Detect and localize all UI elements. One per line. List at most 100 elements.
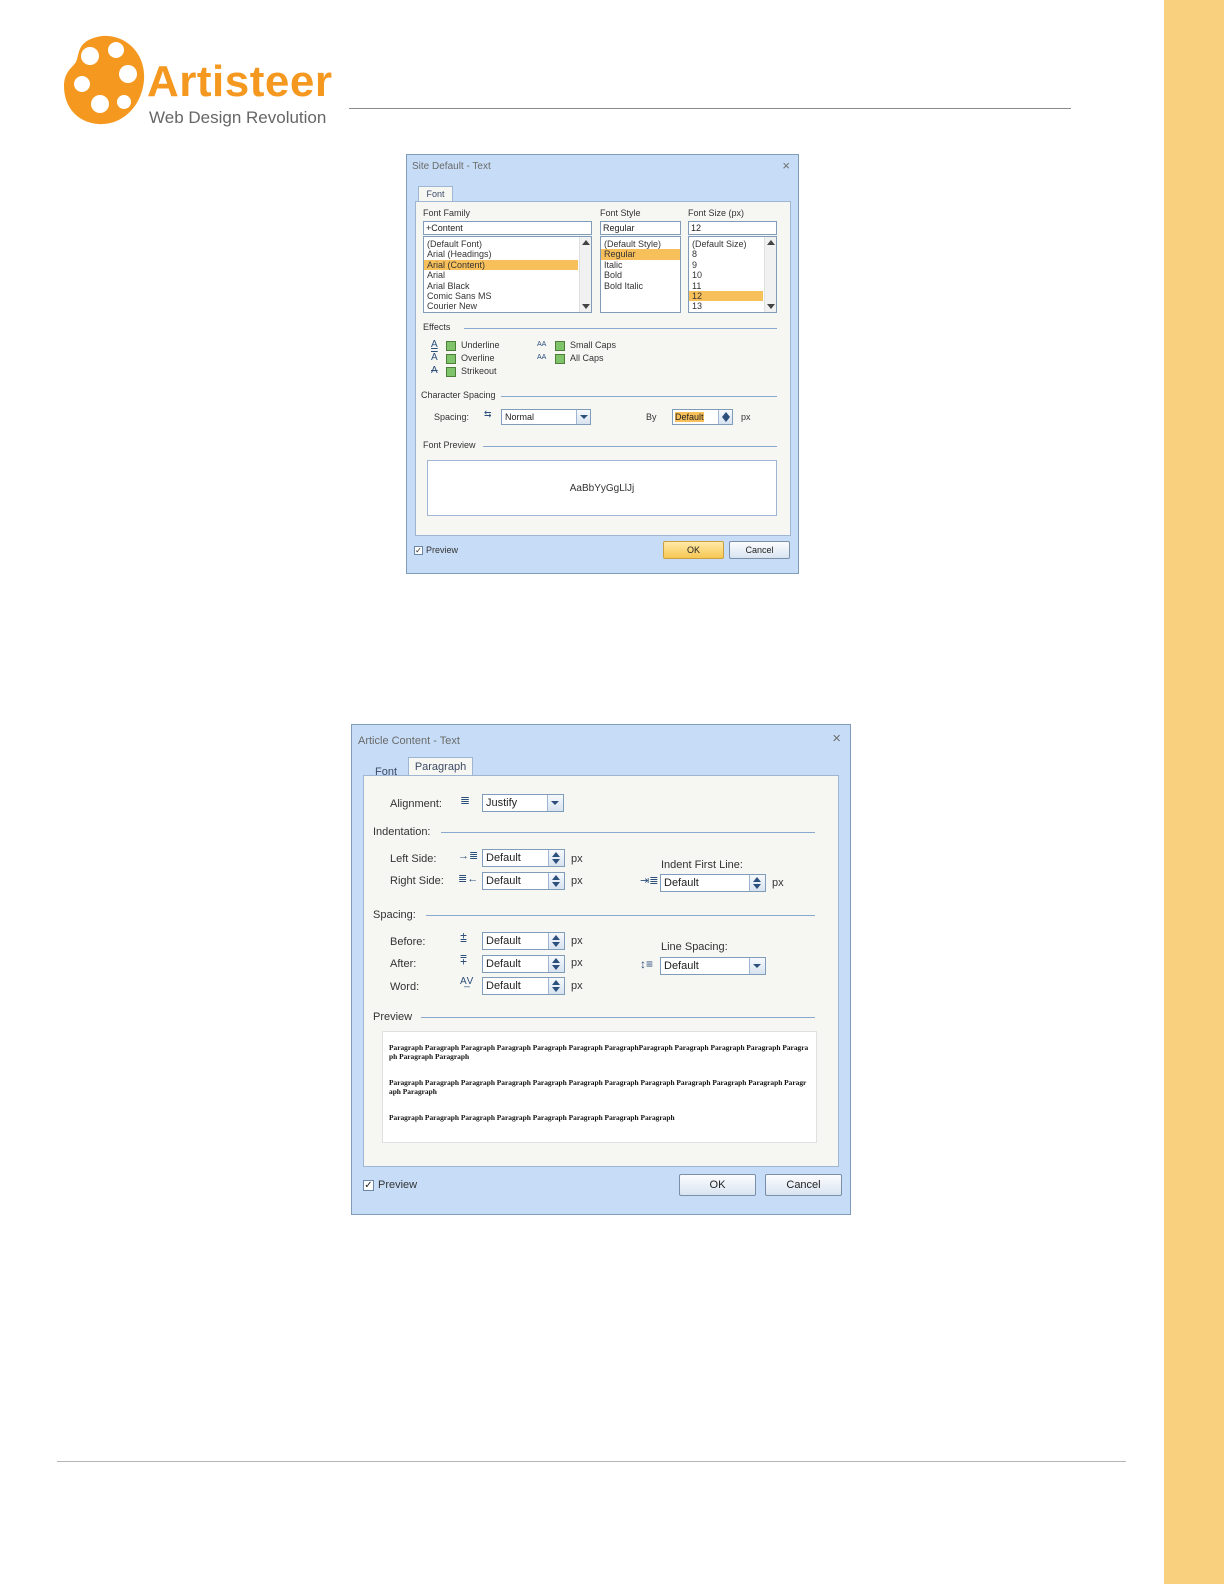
section-divider: [464, 328, 777, 329]
after-unit: px: [571, 957, 583, 969]
word-value: Default: [486, 980, 521, 992]
strikeout-checkbox[interactable]: [446, 367, 456, 377]
list-item[interactable]: 10: [689, 270, 776, 280]
left-side-input[interactable]: Default: [482, 849, 565, 867]
font-size-input[interactable]: 12: [688, 221, 777, 235]
strikeout-icon: A: [431, 365, 438, 376]
list-item-selected[interactable]: Arial (Content): [424, 259, 578, 271]
font-preview-box: AaBbYyGgLlJj: [427, 460, 777, 516]
spinner-icon[interactable]: [548, 978, 564, 994]
small-caps-label: Small Caps: [570, 340, 617, 350]
font-family-list[interactable]: (Default Font) Arial (Headings) Arial (C…: [423, 236, 592, 313]
ok-button[interactable]: OK: [679, 1174, 756, 1196]
line-spacing-dropdown[interactable]: Default: [660, 957, 766, 975]
indent-first-line-input[interactable]: Default: [660, 874, 766, 892]
chevron-down-icon[interactable]: [576, 410, 590, 424]
small-caps-checkbox[interactable]: [555, 341, 565, 351]
cancel-button[interactable]: Cancel: [729, 541, 790, 559]
list-item[interactable]: Comic Sans MS: [424, 291, 591, 301]
by-input[interactable]: Default: [672, 409, 733, 425]
list-item[interactable]: (Default Size): [689, 239, 776, 249]
right-side-input[interactable]: Default: [482, 872, 565, 890]
underline-checkbox[interactable]: [446, 341, 456, 351]
indent-first-line-label: Indent First Line:: [661, 859, 743, 871]
overline-checkbox[interactable]: [446, 354, 456, 364]
list-item[interactable]: Bold: [601, 270, 680, 280]
spinner-icon[interactable]: [548, 850, 564, 866]
preview-checkbox[interactable]: ✓: [414, 546, 423, 555]
line-spacing-value: Default: [664, 960, 699, 972]
spinner-icon[interactable]: [548, 933, 564, 949]
font-family-label: Font Family: [423, 208, 471, 218]
font-style-input[interactable]: Regular: [600, 221, 681, 235]
left-side-label: Left Side:: [390, 853, 437, 865]
paragraph-preview-box: Paragraph Paragraph Paragraph Paragraph …: [382, 1031, 817, 1143]
list-item[interactable]: (Default Font): [424, 239, 591, 249]
before-value: Default: [486, 935, 521, 947]
preview-checkbox[interactable]: ✓: [363, 1180, 374, 1191]
list-item[interactable]: 13: [689, 301, 776, 311]
palette-icon: [64, 35, 145, 125]
all-caps-checkbox[interactable]: [555, 354, 565, 364]
line-spacing-label: Line Spacing:: [661, 941, 728, 953]
font-family-input[interactable]: +Content: [423, 221, 592, 235]
before-unit: px: [571, 935, 583, 947]
after-input[interactable]: Default: [482, 955, 565, 973]
alignment-dropdown[interactable]: Justify: [482, 794, 564, 812]
dialog-title: Site Default - Text: [412, 161, 491, 172]
indent-left-icon: →≣: [458, 850, 479, 862]
list-item[interactable]: Courier New: [424, 301, 591, 311]
word-input[interactable]: Default: [482, 977, 565, 995]
space-before-icon: ⩲: [460, 931, 468, 945]
list-item-selected[interactable]: 12: [689, 290, 763, 302]
indent-first-line-value: Default: [664, 877, 699, 889]
section-divider: [426, 915, 815, 916]
strikeout-label: Strikeout: [461, 366, 497, 376]
right-side-unit: px: [571, 875, 583, 887]
word-unit: px: [571, 980, 583, 992]
spacing-dropdown[interactable]: Normal: [501, 409, 591, 425]
list-item[interactable]: 9: [689, 260, 776, 270]
after-label: After:: [390, 958, 417, 970]
chevron-down-icon[interactable]: [749, 958, 765, 974]
list-item[interactable]: 8: [689, 249, 776, 259]
list-item[interactable]: Arial Black: [424, 281, 591, 291]
close-icon[interactable]: ×: [832, 730, 841, 747]
justify-icon: ≣: [460, 793, 471, 807]
list-item[interactable]: (Default Style): [601, 239, 680, 249]
font-panel: Font Family +Content (Default Font) Aria…: [415, 201, 791, 536]
list-item[interactable]: Arial: [424, 270, 591, 280]
font-style-label: Font Style: [600, 208, 641, 218]
before-input[interactable]: Default: [482, 932, 565, 950]
side-color-band: [1164, 0, 1224, 1584]
list-item[interactable]: Italic: [601, 260, 680, 270]
font-style-list[interactable]: (Default Style) Regular Italic Bold Bold…: [600, 236, 681, 313]
ok-button[interactable]: OK: [663, 541, 724, 559]
font-size-list[interactable]: (Default Size) 8 9 10 11 12 13: [688, 236, 777, 313]
paragraph-panel: Alignment: ≣ Justify Indentation: Left S…: [363, 775, 839, 1167]
by-input-value: Default: [675, 412, 704, 422]
scrollbar[interactable]: [764, 237, 776, 312]
list-item[interactable]: 11: [689, 281, 776, 291]
tab-font[interactable]: Font: [418, 186, 453, 202]
list-item[interactable]: Arial (Headings): [424, 249, 591, 259]
tab-paragraph[interactable]: Paragraph: [408, 757, 473, 776]
left-side-unit: px: [571, 853, 583, 865]
cancel-button[interactable]: Cancel: [765, 1174, 842, 1196]
overline-icon: A: [431, 352, 438, 363]
word-label: Word:: [390, 981, 420, 993]
list-item[interactable]: Bold Italic: [601, 281, 680, 291]
spinner-icon[interactable]: [548, 956, 564, 972]
scrollbar[interactable]: [579, 237, 591, 312]
spinner-icon[interactable]: [548, 873, 564, 889]
list-item-selected[interactable]: Regular: [601, 249, 680, 260]
footer-divider: [57, 1461, 1126, 1462]
font-preview-sample: AaBbYyGgLlJj: [569, 483, 635, 494]
spinner-icon[interactable]: [749, 875, 765, 891]
artisteer-logo: Artisteer Web Design Revolution: [62, 32, 352, 132]
close-icon[interactable]: ×: [782, 158, 790, 173]
spinner-icon[interactable]: [718, 410, 732, 424]
right-side-label: Right Side:: [390, 875, 444, 887]
overline-label: Overline: [461, 353, 495, 363]
chevron-down-icon[interactable]: [547, 795, 563, 811]
